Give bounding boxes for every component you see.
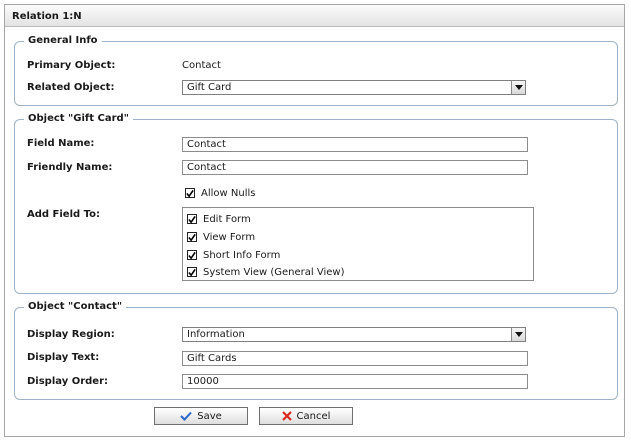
x-icon <box>281 411 292 421</box>
allow-nulls-row: Allow Nulls <box>185 186 255 200</box>
checkmark-icon <box>180 411 192 421</box>
form-option-edit: Edit Form <box>187 212 251 226</box>
primary-object-value: Contact <box>182 60 221 71</box>
form-option-short-info: Short Info Form <box>187 248 280 262</box>
view-form-label: View Form <box>203 231 256 243</box>
short-info-form-checkbox[interactable] <box>187 250 197 260</box>
display-order-label: Display Order: <box>27 376 109 387</box>
form-option-system-view: System View (General View) <box>187 265 345 279</box>
relation-dialog: Relation 1:N General Info Primary Object… <box>4 4 625 437</box>
field-name-label: Field Name: <box>27 138 95 149</box>
cancel-button-label: Cancel <box>296 410 331 422</box>
allow-nulls-checkbox[interactable] <box>185 188 195 198</box>
related-object-selected-value: Gift Card <box>187 82 232 93</box>
contact-group: Object "Contact" Display Region: Informa… <box>14 300 618 400</box>
view-form-checkbox[interactable] <box>187 232 197 242</box>
general-info-group: General Info Primary Object: Contact Rel… <box>14 34 618 106</box>
related-object-select[interactable]: Gift Card <box>182 80 526 95</box>
field-name-input[interactable] <box>182 137 528 152</box>
checkmark-icon <box>186 189 194 197</box>
gift-card-group: Object "Gift Card" Field Name: Friendly … <box>14 112 618 294</box>
display-order-input[interactable] <box>182 374 528 389</box>
edit-form-checkbox[interactable] <box>187 214 197 224</box>
add-field-to-list: Edit Form View Form Short Info Form Syst… <box>182 207 534 281</box>
system-view-checkbox[interactable] <box>187 267 197 277</box>
checkmark-icon <box>188 251 196 259</box>
chevron-down-icon[interactable] <box>511 328 525 341</box>
checkmark-icon <box>188 268 196 276</box>
primary-object-label: Primary Object: <box>27 60 116 71</box>
form-option-view: View Form <box>187 230 255 244</box>
save-button-label: Save <box>197 410 222 422</box>
display-region-select[interactable]: Information <box>182 327 526 342</box>
dialog-title: Relation 1:N <box>5 5 624 27</box>
related-object-label: Related Object: <box>27 82 115 93</box>
display-region-label: Display Region: <box>27 329 115 340</box>
system-view-label: System View (General View) <box>203 266 345 278</box>
save-button[interactable]: Save <box>154 407 248 425</box>
contact-legend: Object "Contact" <box>24 300 127 314</box>
checkmark-icon <box>188 215 196 223</box>
display-text-label: Display Text: <box>27 352 100 363</box>
cancel-button[interactable]: Cancel <box>259 407 353 425</box>
friendly-name-input[interactable] <box>182 160 528 175</box>
short-info-form-label: Short Info Form <box>203 249 281 261</box>
allow-nulls-label: Allow Nulls <box>201 187 256 199</box>
add-field-to-label: Add Field To: <box>27 209 101 220</box>
edit-form-label: Edit Form <box>203 213 251 225</box>
friendly-name-label: Friendly Name: <box>27 162 113 173</box>
display-text-input[interactable] <box>182 351 528 366</box>
display-region-selected-value: Information <box>187 329 245 340</box>
gift-card-legend: Object "Gift Card" <box>24 112 133 126</box>
chevron-down-icon[interactable] <box>511 81 525 94</box>
general-info-legend: General Info <box>24 34 102 48</box>
checkmark-icon <box>188 233 196 241</box>
